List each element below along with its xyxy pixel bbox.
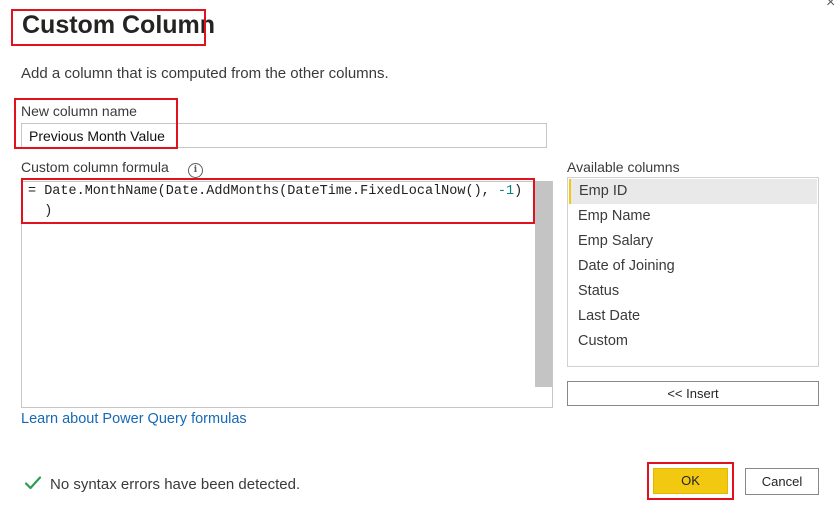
column-item-emp-id[interactable]: Emp ID	[569, 179, 817, 204]
column-item-emp-name[interactable]: Emp Name	[569, 204, 817, 229]
dialog-subtitle: Add a column that is computed from the o…	[21, 65, 389, 82]
cancel-button[interactable]: Cancel	[745, 468, 819, 495]
column-item-status[interactable]: Status	[569, 279, 817, 304]
check-icon	[24, 476, 42, 490]
formula-number: -1	[497, 184, 515, 199]
insert-button[interactable]: << Insert	[567, 381, 819, 406]
formula-line1-prefix: = Date.MonthName(Date.AddMonths(DateTime…	[28, 184, 498, 199]
dialog-title: Custom Column	[22, 11, 216, 39]
formula-scrollbar[interactable]	[535, 181, 552, 387]
custom-column-formula-label: Custom column formula	[21, 159, 169, 175]
available-columns-list[interactable]: Emp ID Emp Name Emp Salary Date of Joini…	[567, 177, 819, 367]
formula-line2: )	[28, 204, 53, 219]
learn-power-query-link[interactable]: Learn about Power Query formulas	[21, 411, 247, 427]
formula-line1-suffix: )	[514, 184, 523, 199]
close-icon[interactable]: ×	[826, 0, 835, 12]
new-column-name-input[interactable]	[21, 123, 547, 148]
formula-text[interactable]: = Date.MonthName(Date.AddMonths(DateTime…	[28, 182, 522, 222]
column-item-date-of-joining[interactable]: Date of Joining	[569, 254, 817, 279]
info-icon[interactable]: i	[188, 163, 203, 178]
ok-button[interactable]: OK	[653, 468, 728, 494]
column-item-custom[interactable]: Custom	[569, 329, 817, 354]
available-columns-label: Available columns	[567, 159, 680, 175]
new-column-name-label: New column name	[21, 103, 137, 119]
syntax-status-text: No syntax errors have been detected.	[50, 476, 301, 493]
column-item-emp-salary[interactable]: Emp Salary	[569, 229, 817, 254]
column-item-last-date[interactable]: Last Date	[569, 304, 817, 329]
